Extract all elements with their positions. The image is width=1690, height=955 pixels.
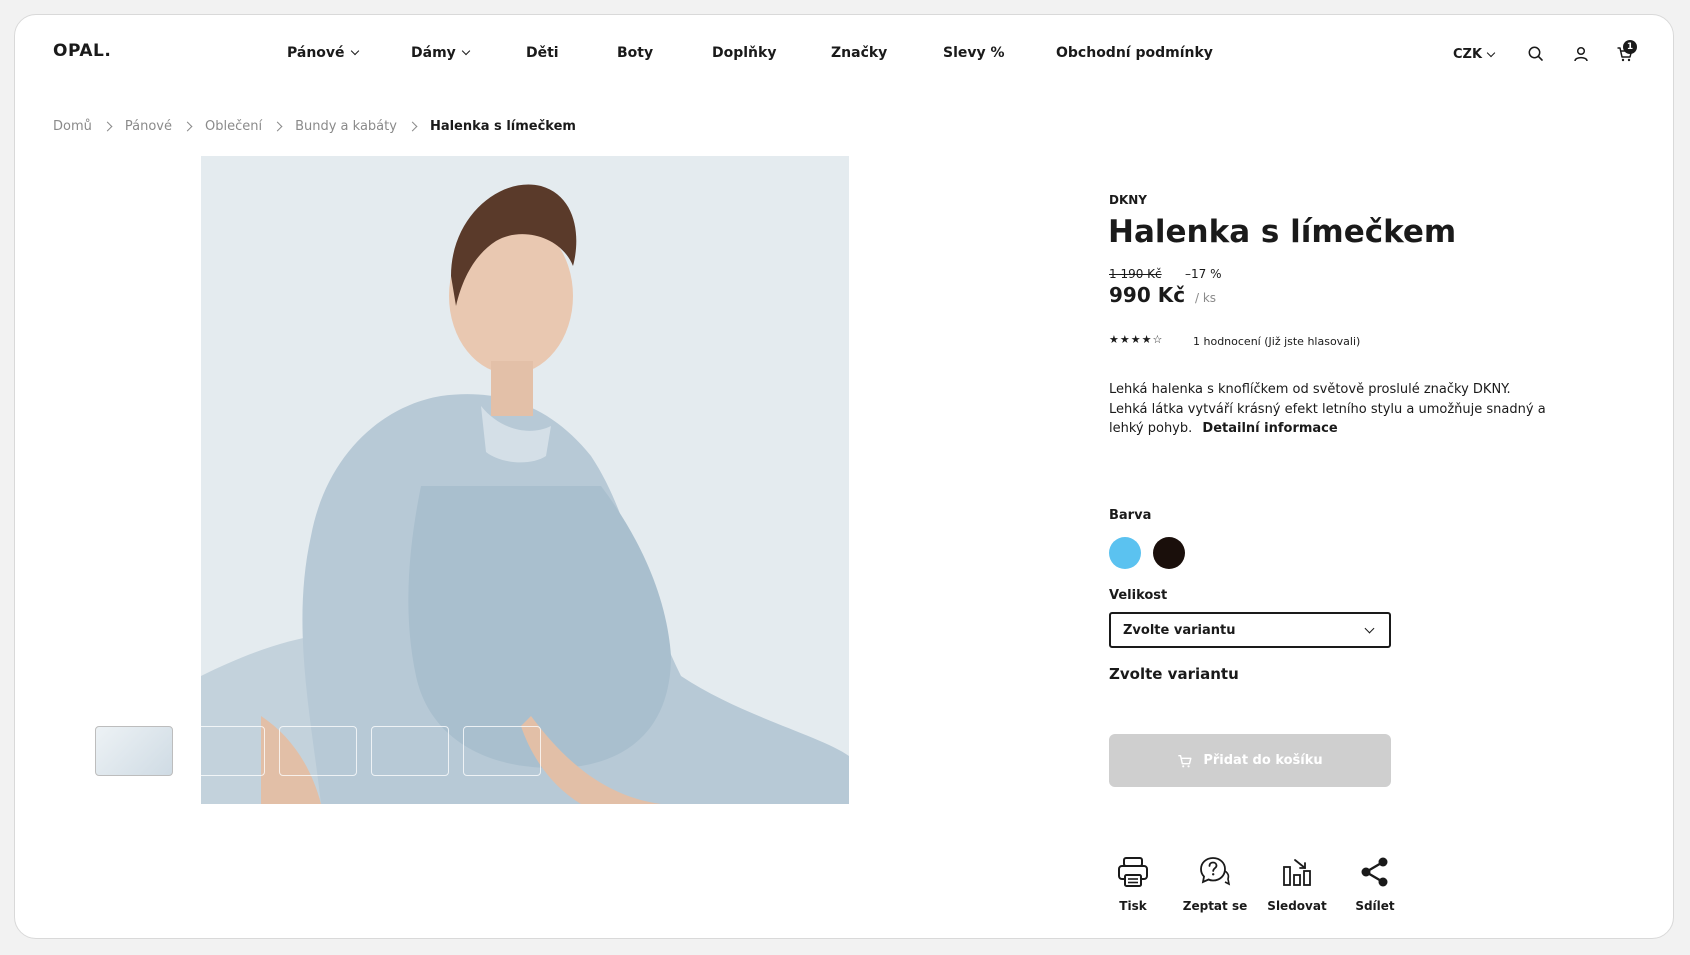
currency-label: CZK: [1453, 47, 1483, 62]
print-action[interactable]: Tisk: [1098, 855, 1168, 913]
nav-label: Doplňky: [712, 45, 777, 61]
color-swatch-black[interactable]: [1153, 537, 1185, 569]
currency-select[interactable]: CZK: [1453, 47, 1496, 62]
nav-item-deti[interactable]: Děti: [526, 45, 559, 61]
price-unit: / ks: [1195, 291, 1217, 305]
product-photo: [201, 156, 849, 804]
ask-action[interactable]: Zeptat se: [1180, 855, 1250, 913]
thumbnail-strip: [95, 726, 541, 776]
nav-label: Dámy: [411, 45, 456, 61]
logo[interactable]: OPAL.: [53, 41, 111, 61]
printer-icon: [1118, 857, 1148, 887]
cart-icon: [1178, 754, 1192, 767]
chevron-down-icon: [1364, 623, 1375, 634]
nav-item-obchodni-podminky[interactable]: Obchodní podmínky: [1056, 45, 1213, 61]
add-to-cart-button[interactable]: Přidat do košíku: [1109, 734, 1391, 787]
share-action[interactable]: Sdílet: [1340, 855, 1410, 913]
browser-frame: OPAL. Pánové Dámy Děti Boty Doplňky Znač…: [14, 14, 1674, 939]
thumbnail-1[interactable]: [95, 726, 173, 776]
ask-label: Zeptat se: [1182, 899, 1248, 913]
question-chat-icon: [1200, 857, 1231, 886]
user-icon[interactable]: [1572, 45, 1590, 63]
product-title: Halenka s límečkem: [1108, 214, 1457, 250]
nav-item-damy[interactable]: Dámy: [411, 45, 471, 61]
color-label: Barva: [1109, 508, 1152, 523]
rating-stars[interactable]: ★★★★☆: [1109, 333, 1163, 346]
discount-label: –17 %: [1185, 267, 1222, 281]
breadcrumb-item-domu[interactable]: Domů: [53, 119, 92, 134]
size-label: Velikost: [1109, 588, 1168, 603]
nav-label: Pánové: [287, 45, 345, 61]
thumbnail-4[interactable]: [371, 726, 449, 776]
product-brand[interactable]: DKNY: [1109, 193, 1147, 207]
current-price: 990 Kč: [1109, 283, 1186, 307]
nav-item-panove[interactable]: Pánové: [287, 45, 359, 61]
watch-chart-icon: [1283, 859, 1311, 886]
thumbnail-5[interactable]: [463, 726, 541, 776]
nav-item-doplnky[interactable]: Doplňky: [712, 45, 776, 61]
share-icon: [1361, 857, 1388, 887]
variant-note: Zvolte variantu: [1109, 665, 1239, 683]
watch-label: Sledovat: [1267, 899, 1327, 913]
nav-label: Slevy %: [943, 45, 1005, 61]
rating-count: 1 hodnocení (Již jste hlasovali): [1193, 335, 1361, 348]
chevron-down-icon: [350, 46, 359, 56]
nav-item-znacky[interactable]: Značky: [831, 45, 887, 61]
chevron-right-icon: [182, 121, 193, 132]
thumbnail-2[interactable]: [187, 726, 265, 776]
add-to-cart-label: Přidat do košíku: [1203, 753, 1323, 768]
thumbnail-3[interactable]: [279, 726, 357, 776]
breadcrumb-item-obleceni[interactable]: Oblečení: [205, 119, 262, 134]
share-label: Sdílet: [1355, 899, 1395, 913]
size-select[interactable]: Zvolte variantu: [1109, 612, 1391, 648]
chevron-down-icon: [461, 46, 471, 56]
print-label: Tisk: [1119, 899, 1147, 913]
breadcrumb: Domů Pánové Oblečení Bundy a kabáty Hale…: [53, 119, 576, 134]
chevron-right-icon: [272, 121, 283, 132]
nav-label: Děti: [526, 45, 559, 61]
breadcrumb-item-current: Halenka s límečkem: [429, 119, 576, 134]
nav-item-slevy[interactable]: Slevy %: [943, 45, 1005, 61]
chevron-down-icon: [1486, 48, 1496, 57]
watch-action[interactable]: Sledovat: [1262, 855, 1332, 913]
product-main-image[interactable]: [201, 156, 849, 804]
nav-label: Boty: [617, 45, 654, 61]
color-swatch-light-blue[interactable]: [1109, 537, 1141, 569]
size-select-value: Zvolte variantu: [1123, 622, 1236, 638]
detail-info-link[interactable]: Detailní informace: [1202, 421, 1337, 436]
old-price: 1 190 Kč: [1109, 267, 1162, 281]
chevron-right-icon: [102, 121, 113, 132]
breadcrumb-item-panove[interactable]: Pánové: [125, 119, 172, 134]
nav-item-boty[interactable]: Boty: [617, 45, 653, 61]
breadcrumb-item-bundy[interactable]: Bundy a kabáty: [295, 119, 397, 134]
nav-label: Obchodní podmínky: [1056, 45, 1213, 61]
product-description: Lehká halenka s knoflíčkem od světově pr…: [1109, 380, 1549, 439]
nav-label: Značky: [831, 45, 888, 61]
chevron-right-icon: [407, 121, 418, 132]
search-icon[interactable]: [1527, 45, 1545, 63]
cart-count-badge: 1: [1623, 40, 1637, 54]
